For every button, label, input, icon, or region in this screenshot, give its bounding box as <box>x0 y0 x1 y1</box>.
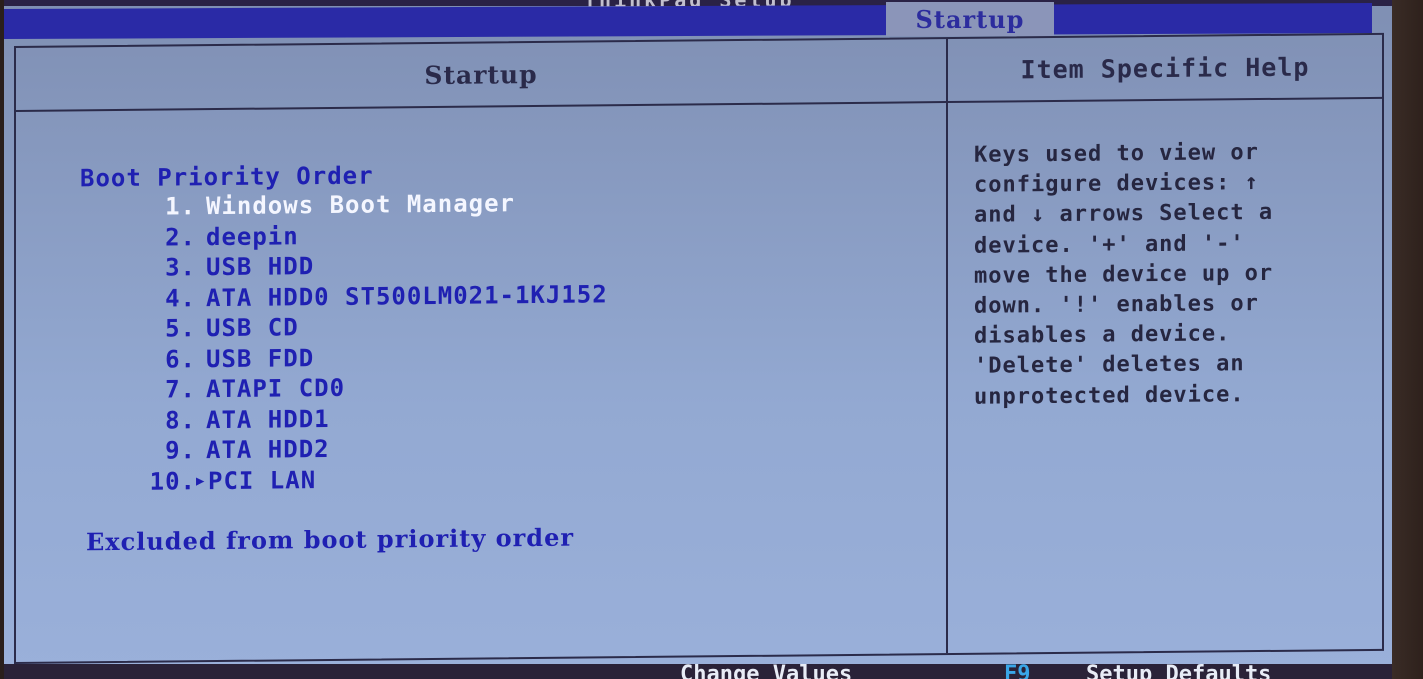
boot-item[interactable]: 1. Windows Boot Manager <box>116 187 608 222</box>
boot-item-name: ATA HDD0 ST500LM021-1KJ152 <box>206 280 608 312</box>
bios-screen: ThinkPad Setup Startup Startup Boot Prio… <box>4 0 1394 679</box>
boot-item-name: ATA HDD1 <box>206 404 330 434</box>
boot-item-number: 10. <box>149 467 196 496</box>
monitor-bezel <box>1392 0 1423 679</box>
menu-bar <box>4 3 1372 39</box>
boot-item-number: 5. <box>165 314 196 343</box>
help-text: Keys used to view or configure devices: … <box>974 137 1354 412</box>
boot-item-number: 4. <box>165 284 196 313</box>
startup-pane: Startup Boot Priority Order 1. Windows B… <box>16 39 948 662</box>
boot-item-name: USB CD <box>206 313 299 343</box>
boot-item-name: PCI LAN <box>208 465 317 495</box>
boot-item-number: 7. <box>165 375 196 404</box>
help-header: Item Specific Help <box>948 34 1382 104</box>
main-frame: Startup Boot Priority Order 1. Windows B… <box>14 32 1384 665</box>
boot-item[interactable]: 6. USB FDD <box>116 340 608 375</box>
help-line: 'Delete' deletes an <box>974 351 1245 380</box>
boot-item-name: deepin <box>206 222 299 251</box>
boot-priority-label: Boot Priority Order <box>80 161 374 193</box>
help-line: Keys used to view or <box>974 140 1259 168</box>
boot-item-number: 1. <box>165 192 196 221</box>
boot-item[interactable]: 8. ATA HDD1 <box>116 401 608 436</box>
help-line: configure devices: ↑ <box>974 170 1259 198</box>
boot-item[interactable]: 4. ATA HDD0 ST500LM021-1KJ152 <box>116 279 608 314</box>
boot-item[interactable]: 7. ATAPI CD0 <box>116 370 608 405</box>
startup-header: Startup <box>16 39 946 112</box>
help-line: and ↓ arrows Select a <box>974 200 1274 229</box>
help-line: unprotected device. <box>974 381 1245 410</box>
boot-item[interactable]: 5. USB CD <box>116 309 608 344</box>
boot-item-name: USB HDD <box>206 252 315 282</box>
excluded-label: Excluded from boot priority order <box>86 522 574 557</box>
boot-item-name: ATA HDD2 <box>206 435 330 465</box>
locked-marker-icon: ▶ <box>196 472 206 490</box>
boot-item-number: 6. <box>165 345 196 374</box>
help-line: move the device up or <box>974 260 1274 289</box>
help-pane: Item Specific Help Keys used to view or … <box>948 34 1382 653</box>
change-values-label: Change Values <box>680 664 853 679</box>
boot-item-name: USB FDD <box>206 343 315 373</box>
boot-item-name: ATAPI CD0 <box>206 374 346 404</box>
boot-item[interactable]: 3. USB HDD <box>116 248 608 283</box>
boot-item-number: 3. <box>165 253 196 282</box>
boot-item-number: 9. <box>165 436 196 465</box>
boot-item-number: 8. <box>165 406 196 435</box>
boot-item[interactable]: 9. ATA HDD2 <box>116 431 608 466</box>
setup-defaults-label: Setup Defaults <box>1086 664 1272 679</box>
boot-item[interactable]: 10. ▶ PCI LAN <box>116 462 608 497</box>
boot-item[interactable]: 2. deepin <box>116 218 608 253</box>
tab-startup[interactable]: Startup <box>886 2 1054 36</box>
f9-key[interactable]: F9 <box>1004 664 1031 679</box>
boot-priority-list: 1. Windows Boot Manager 2. deepin 3. USB… <box>116 187 608 497</box>
boot-item-name: Windows Boot Manager <box>206 189 515 221</box>
help-line: device. '+' and '-' <box>974 230 1245 259</box>
boot-item-number: 2. <box>165 223 196 252</box>
key-legend-bar: Change Values F9 Setup Defaults <box>4 664 1394 679</box>
help-line: down. '!' enables or <box>974 291 1259 319</box>
help-line: disables a device. <box>974 321 1231 350</box>
